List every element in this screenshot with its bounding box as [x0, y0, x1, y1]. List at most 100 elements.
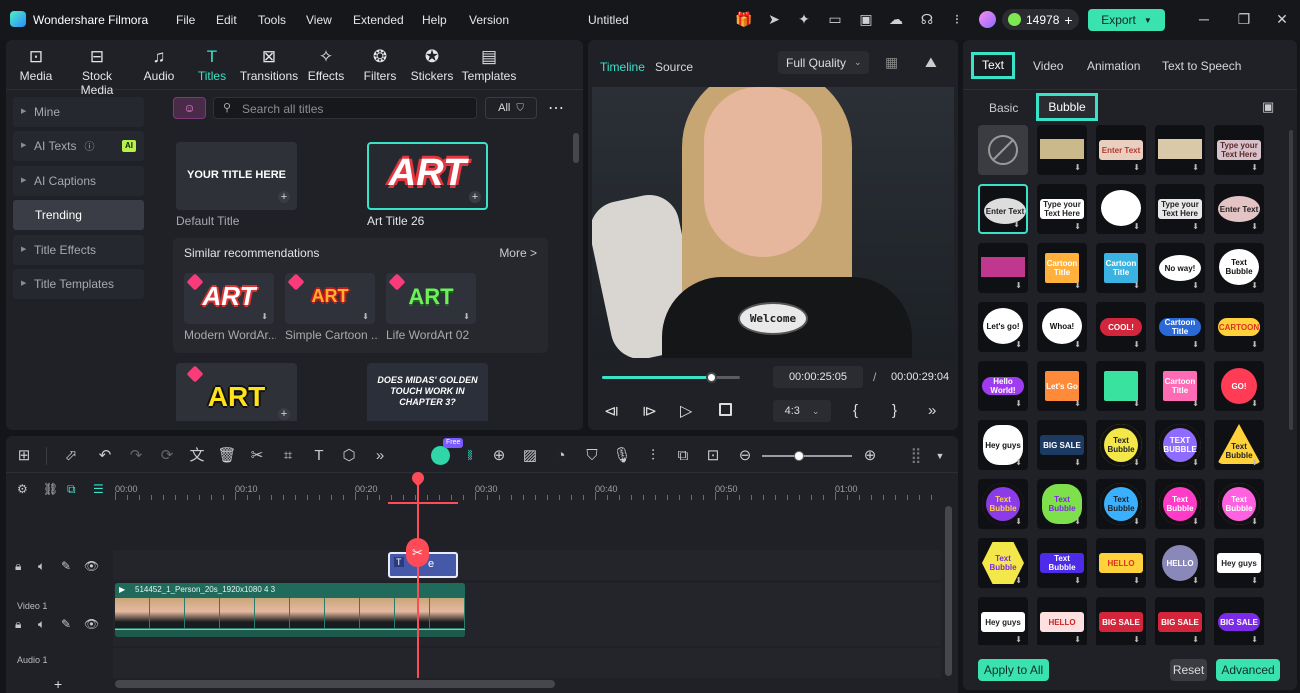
minimize-icon[interactable]: ─ [1195, 10, 1213, 28]
bubble-preset[interactable]: Type your Text Here ⬇ [1155, 184, 1205, 234]
bubble-preset[interactable]: HELLO ⬇ [1096, 538, 1146, 588]
nav-effects[interactable]: ✧ Effects [298, 46, 354, 83]
playback-progress[interactable] [602, 372, 740, 383]
aspect-ratio-dropdown[interactable]: 4:3 ⌄ [773, 400, 831, 422]
mute-icon[interactable]: ✎ [61, 559, 71, 573]
bubble-preset[interactable]: ⬇ [1155, 125, 1205, 175]
tab-video[interactable]: Video [1033, 59, 1063, 73]
bubble-preset[interactable]: Whoa! ⬇ [1037, 302, 1087, 352]
microphone-icon[interactable]: 🎙 [612, 446, 632, 466]
close-icon[interactable]: ✕ [1273, 10, 1291, 28]
ai-title-button[interactable]: ☺ [173, 97, 206, 119]
filter-dropdown[interactable]: All ⛉ [485, 97, 537, 119]
bubble-preset[interactable]: TEXT BUBBLE ⬇ [1155, 420, 1205, 470]
bubble-preset[interactable]: Text Bubble ⬇ [1037, 538, 1087, 588]
bubble-preset[interactable]: Cartoon Title ⬇ [1155, 361, 1205, 411]
eye-icon[interactable]: 👁︎ [84, 559, 99, 573]
nav-audio[interactable]: ♫ Audio [131, 46, 187, 83]
playhead-line[interactable] [417, 478, 419, 678]
bubble-preset[interactable]: Type your Text Here ⬇ [1037, 184, 1087, 234]
split-icon[interactable]: ⧚ [460, 446, 480, 466]
zoom-slider-knob[interactable] [794, 451, 804, 461]
lock-icon[interactable]: 🔒︎ [15, 617, 21, 632]
title-card[interactable]: ART + [176, 363, 297, 421]
bubble-preset[interactable]: Text Bubble ⬇ [1096, 420, 1146, 470]
nav-filters[interactable]: ❂ Filters [352, 46, 408, 83]
text-tool-icon[interactable]: T [309, 446, 329, 466]
sidebar-item-mine[interactable]: ▶ Mine [13, 97, 144, 127]
more-controls-icon[interactable]: » [928, 402, 936, 419]
mark-out-icon[interactable]: } [892, 402, 897, 419]
menu-help[interactable]: Help [422, 13, 447, 27]
search-input[interactable]: ⚲ Search all titles [213, 97, 477, 119]
layout-grid-icon[interactable]: ⊞ [14, 446, 34, 466]
advanced-button[interactable]: Advanced [1216, 659, 1280, 681]
zoom-slider[interactable] [762, 451, 852, 461]
unlink-icon[interactable]: ⛓ [43, 482, 58, 496]
maximize-icon[interactable]: ❐ [1235, 10, 1253, 28]
apps-icon[interactable]: ⁝ [948, 10, 966, 28]
shield-icon[interactable]: ⛉ [582, 446, 602, 466]
sidebar-item-trending[interactable]: Trending [13, 200, 144, 230]
bubble-preset[interactable]: ⬇ [1037, 125, 1087, 175]
gift-icon[interactable]: 🎁 [735, 10, 753, 28]
welcome-sticker[interactable]: Welcome [738, 302, 808, 335]
snapshot-icon[interactable]: ⛰ [925, 54, 937, 71]
add-track-icon[interactable]: + [54, 676, 62, 692]
credits-badge[interactable]: 14978 + [1002, 9, 1079, 30]
save-icon[interactable]: ▣ [857, 10, 875, 28]
add-icon[interactable]: + [278, 408, 290, 420]
menu-view[interactable]: View [306, 13, 332, 27]
bubble-preset[interactable] [978, 125, 1028, 175]
export-button[interactable]: Export ▼ [1088, 9, 1165, 31]
nav-titles[interactable]: T Titles [184, 46, 240, 83]
bubble-preset[interactable]: BIG SALE ⬇ [1096, 597, 1146, 645]
bubble-preset[interactable]: Text Bubble ⬇ [1155, 479, 1205, 529]
bulb-icon[interactable]: ✦ [795, 10, 813, 28]
mute-icon[interactable]: ✎ [61, 617, 71, 631]
bubble-preset[interactable]: Text Bubble ⬇ [1214, 243, 1264, 293]
add-icon[interactable]: + [469, 191, 481, 203]
grid-scrollbar[interactable] [1289, 130, 1293, 430]
play-icon[interactable]: ▷ [680, 401, 692, 421]
timeline-hscroll[interactable] [115, 680, 555, 688]
cloud-icon[interactable]: ☁ [887, 10, 905, 28]
menu-tools[interactable]: Tools [258, 13, 286, 27]
bubble-preset[interactable]: Hey guys ⬇ [978, 597, 1028, 645]
mark-in-icon[interactable]: { [853, 402, 858, 419]
tab-text-to-speech[interactable]: Text to Speech [1162, 59, 1241, 73]
bubble-preset[interactable]: GO! ⬇ [1214, 361, 1264, 411]
bubble-preset[interactable]: ⬇ [978, 243, 1028, 293]
cut-icon[interactable]: ✂ [247, 446, 267, 466]
delete-icon[interactable]: 🗑 [217, 446, 237, 466]
bubble-preset[interactable]: Text Bubble ⬇ [978, 479, 1028, 529]
grid-view-icon[interactable]: ▦ [885, 54, 898, 71]
sidebar-item-ai-texts[interactable]: ▶ AI Texts ⓘ AI [13, 131, 144, 161]
volume-icon[interactable]: 🔈︎ [38, 559, 45, 574]
select-tool-icon[interactable]: ⬀ [61, 446, 81, 466]
bubble-preset[interactable]: COOL! ⬇ [1096, 302, 1146, 352]
bubble-preset[interactable]: Cartoon Title ⬇ [1096, 243, 1146, 293]
menu-file[interactable]: File [176, 13, 195, 27]
rec-card[interactable]: ART ⬇ [285, 273, 375, 324]
bubble-preset[interactable]: Enter Text ⬇ [1214, 184, 1264, 234]
default-title-card[interactable]: YOUR TITLE HERE + [176, 142, 297, 210]
library-scrollbar[interactable] [573, 133, 579, 163]
redo-icon[interactable]: ↷ [126, 446, 146, 466]
bubble-preset[interactable]: Text Bubble ⬇ [1214, 479, 1264, 529]
bubble-preset[interactable]: Text Bubble ⬇ [1096, 479, 1146, 529]
volume-icon[interactable]: 🔈︎ [38, 617, 45, 632]
menu-extended[interactable]: Extended [353, 13, 404, 27]
fit-icon[interactable]: ⊡ [703, 446, 723, 466]
keyframe-icon[interactable]: ⧉ [673, 446, 693, 466]
video-preview[interactable]: Welcome [592, 87, 954, 358]
layout-icon[interactable]: ▭ [826, 10, 844, 28]
art-title-26-card[interactable]: ART + [367, 142, 488, 210]
crop-icon[interactable]: ⌗ [278, 446, 298, 466]
zoom-in-icon[interactable]: ⊕ [860, 446, 880, 466]
bubble-preset[interactable]: HELLO ⬇ [1037, 597, 1087, 645]
reset-button[interactable]: Reset [1170, 659, 1207, 681]
link-icon[interactable]: ⧉ [67, 482, 76, 497]
image-icon[interactable]: ▨ [520, 446, 540, 466]
timeline-settings-icon[interactable]: ⣿ [906, 446, 926, 466]
